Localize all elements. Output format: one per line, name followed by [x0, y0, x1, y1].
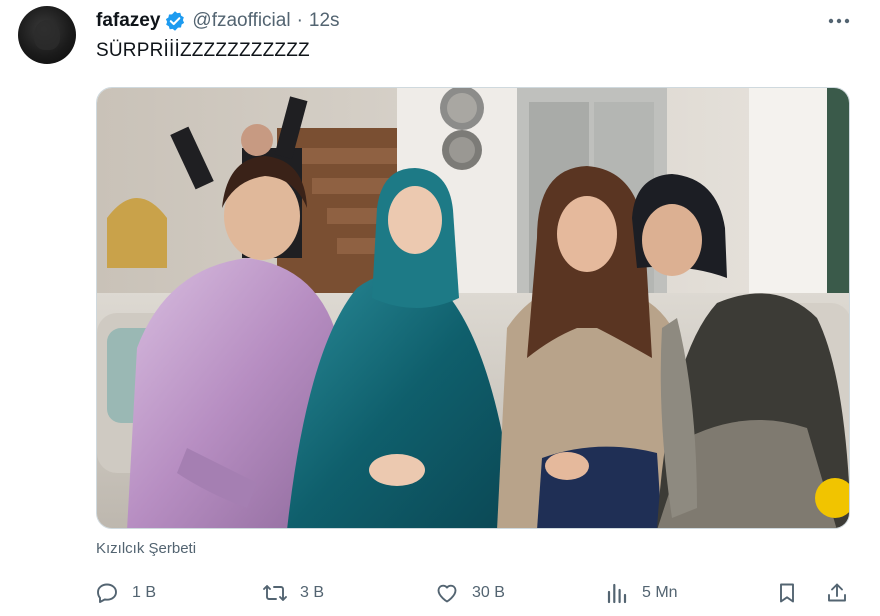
retweet-icon — [262, 580, 288, 606]
more-options-icon[interactable] — [824, 8, 854, 34]
like-button[interactable]: 30 B — [434, 578, 505, 608]
author-display-name[interactable]: fafazey — [96, 10, 160, 32]
share-button[interactable] — [824, 578, 850, 608]
verified-badge-icon — [164, 10, 186, 32]
author-avatar[interactable] — [18, 6, 76, 64]
tweet-actions-bar: 1 B 3 B 30 B 5 Mn — [94, 578, 854, 608]
tweet-header: fafazey @fzaofficial · 12s — [96, 8, 340, 34]
reply-count: 1 B — [132, 584, 157, 601]
author-handle[interactable]: @fzaofficial — [192, 10, 290, 32]
retweet-count: 3 B — [300, 584, 325, 601]
tweet-text: SÜRPRİİİZZZZZZZZZZZ — [96, 40, 310, 61]
tweet-timestamp[interactable]: 12s — [309, 10, 340, 32]
like-count: 30 B — [472, 584, 505, 601]
media-caption[interactable]: Kızılcık Şerbeti — [96, 540, 196, 557]
heart-icon — [434, 580, 460, 606]
reply-button[interactable]: 1 B — [94, 578, 156, 608]
bookmark-button[interactable] — [774, 578, 800, 608]
analytics-icon — [604, 580, 630, 606]
share-icon — [824, 580, 850, 606]
separator-dot: · — [296, 10, 303, 31]
retweet-button[interactable]: 3 B — [262, 578, 324, 608]
bookmark-icon — [774, 580, 800, 606]
views-count: 5 Mn — [642, 584, 678, 601]
tweet-media-photo[interactable] — [96, 87, 850, 529]
reply-icon — [94, 580, 120, 606]
views-button[interactable]: 5 Mn — [604, 578, 678, 608]
